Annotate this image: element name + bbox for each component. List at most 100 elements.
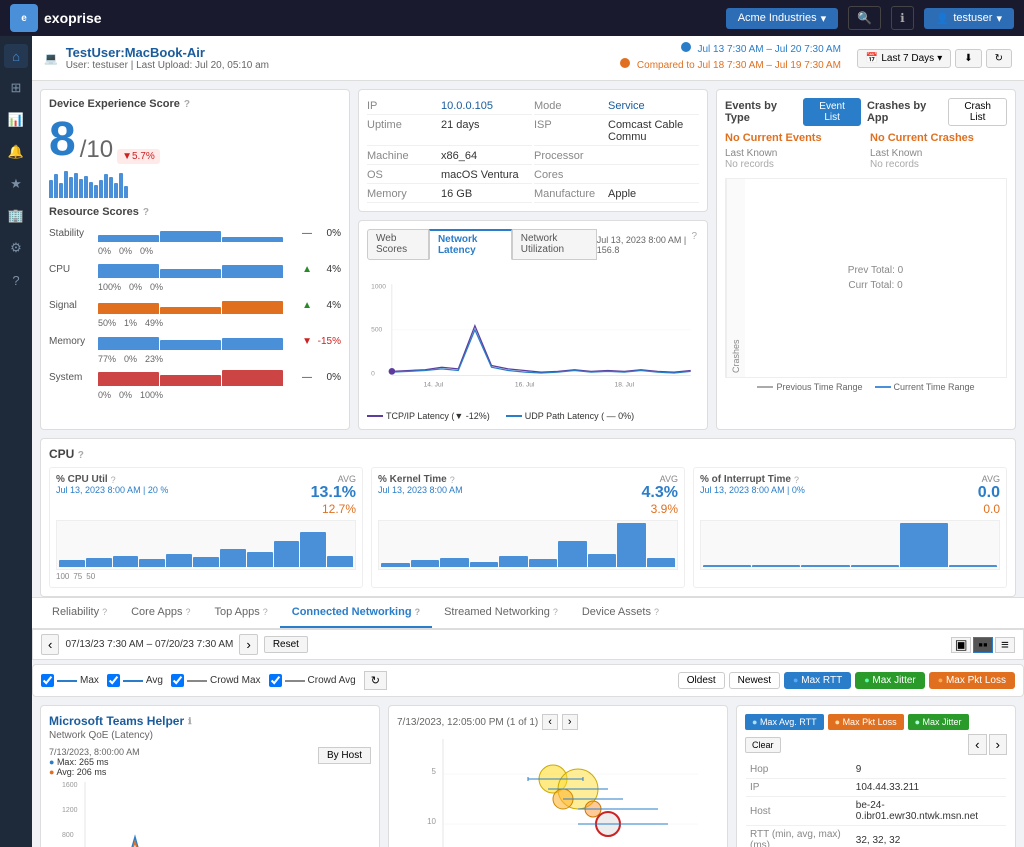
cpu-chart-bar (59, 560, 85, 567)
hop-filter-max-rtt[interactable]: ● Max Avg. RTT (745, 714, 824, 730)
tab-connected-networking[interactable]: Connected Networking ? (280, 598, 432, 628)
sidebar-item-bell[interactable]: 🔔 (4, 140, 28, 164)
last-7-days-btn[interactable]: 📅 Last 7 Days ▾ (857, 49, 951, 68)
view-btn-2[interactable]: ▪▪ (973, 637, 993, 653)
tab-core-apps[interactable]: Core Apps ? (119, 598, 202, 628)
time-next-btn[interactable]: › (239, 634, 257, 655)
cpu-info-icon[interactable]: ? (78, 450, 84, 461)
tab-top-apps[interactable]: Top Apps ? (202, 598, 279, 628)
machine-value: x86_64 (441, 150, 477, 162)
user-menu[interactable]: 👤 testuser ▾ (924, 8, 1014, 29)
reset-btn[interactable]: Reset (264, 636, 308, 653)
kernel-info[interactable]: ? (450, 475, 455, 485)
tab-device-assets[interactable]: Device Assets ? (570, 598, 671, 628)
tab-web-scores[interactable]: Web Scores (367, 229, 429, 260)
refresh-btn[interactable]: ↻ (986, 49, 1012, 68)
score-row: 8 /10 ▼5.7% (49, 116, 341, 164)
time-prev-btn[interactable]: ‹ (41, 634, 59, 655)
top-navigation: e exoprise Acme Industries ▾ 🔍 ℹ 👤 testu… (0, 0, 1024, 36)
time-range-bar: ‹ 07/13/23 7:30 AM – 07/20/23 7:30 AM › … (32, 629, 1024, 660)
core-apps-label: Core Apps (131, 606, 182, 618)
sidebar-item-star[interactable]: ★ (4, 172, 28, 196)
sparkline-bar (49, 180, 53, 198)
device-assets-info[interactable]: ? (654, 607, 659, 617)
kernel-time-panel: % Kernel Time ? Jul 13, 2023 8:00 AM AVG… (371, 467, 685, 588)
signal-bars (98, 296, 283, 314)
cpu-util-panel: % CPU Util ? Jul 13, 2023 8:00 AM | 20 %… (49, 467, 363, 588)
connected-networking-info[interactable]: ? (415, 607, 421, 617)
event-list-tab[interactable]: Event List (803, 98, 861, 126)
tab-streamed-networking[interactable]: Streamed Networking ? (432, 598, 570, 628)
resource-info-icon[interactable]: ? (143, 207, 149, 218)
view-btn-3[interactable]: ≡ (995, 637, 1015, 653)
bubble-prev-btn[interactable]: ‹ (542, 714, 558, 730)
stability-bar (222, 237, 283, 242)
stability-bar (160, 231, 221, 242)
score-info-icon[interactable]: ? (184, 99, 190, 110)
top-apps-info[interactable]: ? (263, 607, 268, 617)
memory-values: 77%0%23% (98, 354, 341, 364)
last-upload: Last Upload: Jul 20, 05:10 am (136, 60, 269, 71)
chart-info-icon[interactable]: ? (689, 229, 699, 260)
by-host-btn[interactable]: By Host (318, 747, 371, 764)
cpu-util-header: % CPU Util ? Jul 13, 2023 8:00 AM | 20 %… (56, 474, 356, 516)
ms-teams-info-icon[interactable]: ℹ (188, 716, 191, 727)
svg-text:14. Jul: 14. Jul (424, 381, 444, 388)
max-checkbox[interactable] (41, 674, 54, 687)
filter-newest[interactable]: Newest (729, 672, 780, 689)
cpu-util-info[interactable]: ? (111, 475, 116, 485)
processor-row: Processor (534, 148, 699, 165)
host-val: be-24-0.ibr01.ewr30.ntwk.msn.net (852, 797, 1006, 826)
machine-key: Machine (367, 150, 437, 162)
hop-clear-btn[interactable]: Clear (745, 737, 781, 753)
stability-bars (98, 224, 283, 242)
hop-filter-max-jitter[interactable]: ● Max Jitter (908, 714, 969, 730)
refresh-legend-btn[interactable]: ↻ (364, 671, 387, 690)
manufacturer-key: Manufacture (534, 188, 604, 200)
crash-list-tab[interactable]: Crash List (948, 98, 1007, 126)
hop-key: Hop (746, 761, 852, 779)
tab-network-utilization[interactable]: Network Utilization (512, 229, 597, 260)
info-button[interactable]: ℹ (891, 6, 914, 30)
tab-reliability[interactable]: Reliability ? (40, 598, 119, 628)
streamed-networking-info[interactable]: ? (553, 607, 558, 617)
sidebar-item-home[interactable]: ⌂ (4, 44, 28, 68)
sidebar-item-grid[interactable]: ⊞ (4, 76, 28, 100)
sidebar-item-settings[interactable]: ⚙ (4, 236, 28, 260)
legend-prev-label: Previous Time Range (776, 382, 862, 392)
mode-value: Service (608, 100, 645, 112)
filter-max-jitter[interactable]: ● Max Jitter (855, 672, 925, 689)
interrupt-info[interactable]: ? (794, 475, 799, 485)
dashboard-grid: Device Experience Score ? 8 /10 ▼5.7% (32, 81, 1024, 438)
crowd-max-line (187, 680, 207, 682)
hop-nav-prev[interactable]: ‹ (968, 734, 986, 755)
avg-checkbox[interactable] (107, 674, 120, 687)
svg-text:1000: 1000 (371, 283, 386, 290)
cpu-title-text: CPU (49, 447, 74, 461)
svg-text:500: 500 (371, 327, 382, 334)
tab-network-latency[interactable]: Network Latency (429, 229, 512, 260)
sidebar-item-building[interactable]: 🏢 (4, 204, 28, 228)
kernel-title-row: % Kernel Time ? (378, 474, 463, 485)
bubble-next-btn[interactable]: › (562, 714, 578, 730)
company-selector[interactable]: Acme Industries ▾ (726, 8, 838, 29)
crowd-avg-checkbox[interactable] (269, 674, 282, 687)
view-btn-1[interactable]: ▣ (951, 637, 971, 653)
sidebar-item-help[interactable]: ? (4, 268, 28, 292)
filter-oldest[interactable]: Oldest (678, 672, 725, 689)
search-button[interactable]: 🔍 (848, 6, 881, 30)
sidebar-item-chart[interactable]: 📊 (4, 108, 28, 132)
avg-legend-label: Avg (146, 675, 163, 686)
filter-max-pkt-loss[interactable]: ● Max Pkt Loss (929, 672, 1015, 689)
core-apps-info[interactable]: ? (185, 607, 190, 617)
os-row: OS macOS Ventura (367, 167, 532, 184)
filter-max-rtt[interactable]: ● Max RTT (784, 672, 851, 689)
crashes-last-known: Last Known (870, 148, 1007, 159)
crowd-max-checkbox[interactable] (171, 674, 184, 687)
hop-filter-max-pkt[interactable]: ● Max Pkt Loss (828, 714, 904, 730)
max-label: Max (80, 675, 99, 686)
reliability-info[interactable]: ? (102, 607, 107, 617)
download-btn[interactable]: ⬇ (955, 49, 981, 68)
ms-teams-panel: Microsoft Teams Helper ℹ Network QoE (La… (40, 705, 380, 847)
hop-nav-next[interactable]: › (989, 734, 1007, 755)
